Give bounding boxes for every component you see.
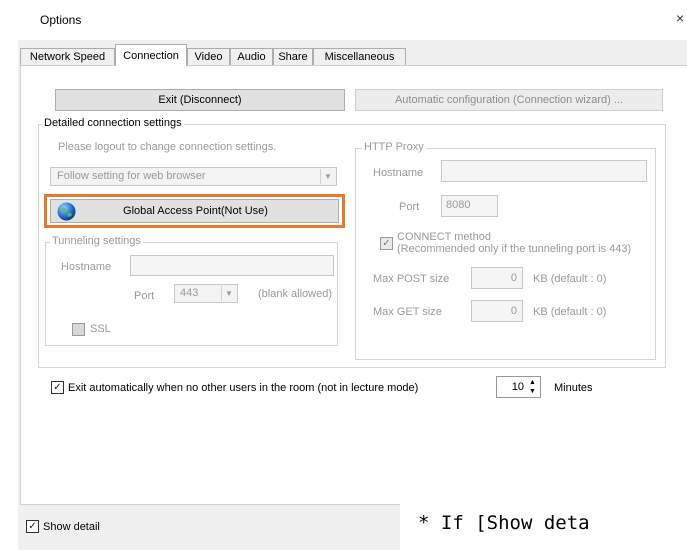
detailed-settings-legend: Detailed connection settings <box>42 117 184 129</box>
max-post-input[interactable]: 0 <box>471 267 523 289</box>
tab-share[interactable]: Share <box>273 48 313 65</box>
proxy-hostname-label: Hostname <box>373 167 424 179</box>
show-detail-label: Show detail <box>43 521 100 533</box>
connect-method-label: CONNECT method <box>397 231 491 243</box>
tunneling-hostname-input[interactable] <box>130 255 334 276</box>
exit-disconnect-button[interactable]: Exit (Disconnect) <box>55 89 345 111</box>
max-post-value: 0 <box>510 272 517 284</box>
stepper-down-icon[interactable]: ▼ <box>527 387 538 396</box>
close-icon[interactable]: × <box>676 11 684 25</box>
blank-allowed-note: (blank allowed) <box>258 288 332 300</box>
show-detail-checkbox[interactable]: ✓ <box>26 520 39 533</box>
automatic-configuration-button[interactable]: Automatic configuration (Connection wiza… <box>355 89 663 111</box>
tab-video[interactable]: Video <box>187 48 230 65</box>
global-access-point-button[interactable]: Global Access Point(Not Use) <box>50 199 339 223</box>
minutes-label: Minutes <box>554 382 593 394</box>
chevron-down-icon: ▼ <box>320 169 335 184</box>
logout-note: Please logout to change connection setti… <box>58 141 277 153</box>
global-access-point-label: Global Access Point(Not Use) <box>123 205 268 217</box>
proxy-port-input[interactable]: 8080 <box>441 195 498 217</box>
max-get-label: Max GET size <box>373 306 442 318</box>
minutes-stepper[interactable]: 10 ▲ ▼ <box>496 376 541 398</box>
tunneling-port-dropdown[interactable]: 443 ▼ <box>174 284 238 303</box>
tunneling-port-label: Port <box>134 290 155 302</box>
browser-setting-dropdown[interactable]: Follow setting for web browser ▼ <box>50 167 337 186</box>
ssl-label: SSL <box>90 323 111 335</box>
connect-method-checkbox[interactable]: ✓ <box>380 237 393 250</box>
proxy-port-label: Port <box>399 201 420 213</box>
proxy-hostname-input[interactable] <box>441 160 647 182</box>
tunneling-settings-legend: Tunneling settings <box>50 235 143 247</box>
max-get-unit: KB (default : 0) <box>533 306 607 318</box>
tunneling-port-value: 443 <box>180 287 199 299</box>
max-post-unit: KB (default : 0) <box>533 273 607 285</box>
tunneling-hostname-label: Hostname <box>61 261 112 273</box>
tab-audio[interactable]: Audio <box>230 48 273 65</box>
max-get-value: 0 <box>510 305 517 317</box>
chevron-down-icon: ▼ <box>221 286 236 301</box>
browser-setting-value: Follow setting for web browser <box>57 170 206 182</box>
connect-method-note: (Recommended only if the tunneling port … <box>397 243 632 255</box>
stepper-up-icon[interactable]: ▲ <box>527 378 538 387</box>
tab-connection[interactable]: Connection <box>115 44 187 66</box>
auto-exit-checkbox[interactable]: ✓ <box>51 381 64 394</box>
minutes-value: 10 <box>511 381 524 393</box>
ssl-checkbox[interactable] <box>72 323 85 336</box>
window-title: Options <box>40 13 82 27</box>
proxy-port-value: 8080 <box>446 199 471 211</box>
tab-miscellaneous[interactable]: Miscellaneous <box>313 48 406 65</box>
max-post-label: Max POST size <box>373 273 450 285</box>
tab-network-speed[interactable]: Network Speed <box>20 48 115 65</box>
annotation-note: * If [Show deta <box>400 496 687 550</box>
http-proxy-legend: HTTP Proxy <box>362 141 426 153</box>
max-get-input[interactable]: 0 <box>471 300 523 322</box>
auto-exit-label: Exit automatically when no other users i… <box>68 382 419 394</box>
